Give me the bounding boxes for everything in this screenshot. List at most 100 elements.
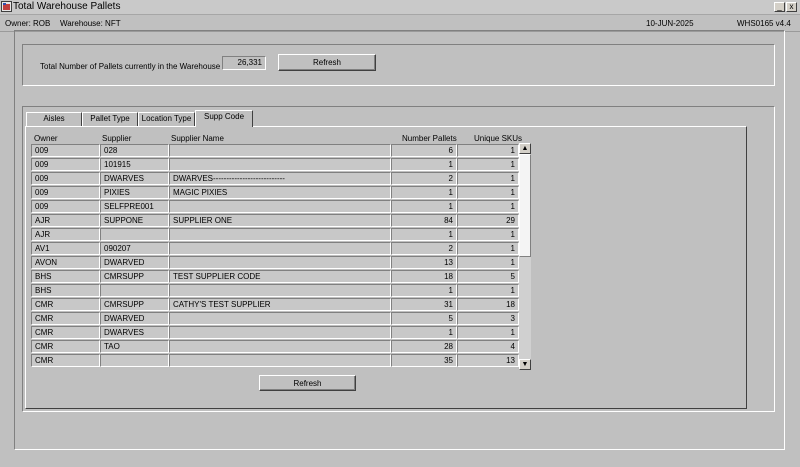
- cell-supplier-name[interactable]: [169, 158, 391, 171]
- cell-supplier[interactable]: [100, 284, 169, 297]
- cell-supplier[interactable]: 101915: [100, 158, 169, 171]
- cell-number-pallets[interactable]: 2: [391, 172, 457, 185]
- cell-number-pallets[interactable]: 5: [391, 312, 457, 325]
- cell-supplier-name[interactable]: [169, 144, 391, 157]
- cell-supplier[interactable]: SELFPRE001: [100, 200, 169, 213]
- tab-location-type[interactable]: Location Type: [138, 112, 195, 126]
- cell-owner[interactable]: AJR: [31, 214, 100, 227]
- cell-owner[interactable]: CMR: [31, 354, 100, 367]
- table-scrollbar[interactable]: ▲ ▼: [519, 143, 531, 370]
- cell-number-pallets[interactable]: 2: [391, 242, 457, 255]
- cell-number-pallets[interactable]: 1: [391, 158, 457, 171]
- cell-unique-skus[interactable]: 13: [457, 354, 519, 367]
- warehouse-label: Warehouse: NFT: [60, 19, 121, 28]
- tab-aisles[interactable]: Aisles: [26, 112, 82, 126]
- cell-supplier[interactable]: DWARVED: [100, 256, 169, 269]
- cell-supplier[interactable]: 090207: [100, 242, 169, 255]
- cell-owner[interactable]: 009: [31, 200, 100, 213]
- cell-supplier-name[interactable]: DWARVES---------------------------: [169, 172, 391, 185]
- table-refresh-button[interactable]: Refresh: [259, 375, 356, 391]
- cell-supplier[interactable]: [100, 354, 169, 367]
- cell-supplier-name[interactable]: [169, 340, 391, 353]
- cell-number-pallets[interactable]: 31: [391, 298, 457, 311]
- tab-pallet-type[interactable]: Pallet Type: [82, 112, 138, 126]
- date-label: 10-JUN-2025: [646, 19, 694, 28]
- cell-supplier-name[interactable]: SUPPLIER ONE: [169, 214, 391, 227]
- header-unique-skus: Unique SKUs: [474, 134, 523, 143]
- cell-owner[interactable]: 009: [31, 186, 100, 199]
- cell-number-pallets[interactable]: 13: [391, 256, 457, 269]
- cell-supplier[interactable]: DWARVES: [100, 172, 169, 185]
- cell-unique-skus[interactable]: 1: [457, 200, 519, 213]
- header-supplier-name: Supplier Name: [171, 134, 224, 143]
- cell-owner[interactable]: BHS: [31, 270, 100, 283]
- cell-unique-skus[interactable]: 18: [457, 298, 519, 311]
- cell-unique-skus[interactable]: 1: [457, 144, 519, 157]
- scroll-down-arrow-icon[interactable]: ▼: [519, 359, 531, 370]
- cell-supplier[interactable]: PIXIES: [100, 186, 169, 199]
- summary-refresh-button[interactable]: Refresh: [278, 54, 376, 71]
- cell-supplier-name[interactable]: MAGIC PIXIES: [169, 186, 391, 199]
- cell-unique-skus[interactable]: 5: [457, 270, 519, 283]
- cell-supplier-name[interactable]: [169, 256, 391, 269]
- cell-owner[interactable]: 009: [31, 144, 100, 157]
- cell-supplier-name[interactable]: [169, 242, 391, 255]
- cell-owner[interactable]: 009: [31, 158, 100, 171]
- total-pallets-label: Total Number of Pallets currently in the…: [40, 62, 221, 71]
- close-button[interactable]: x: [786, 2, 797, 12]
- cell-supplier-name[interactable]: [169, 354, 391, 367]
- cell-number-pallets[interactable]: 84: [391, 214, 457, 227]
- cell-supplier-name[interactable]: [169, 200, 391, 213]
- cell-supplier-name[interactable]: [169, 284, 391, 297]
- cell-owner[interactable]: AJR: [31, 228, 100, 241]
- cell-supplier[interactable]: CMRSUPP: [100, 298, 169, 311]
- cell-unique-skus[interactable]: 1: [457, 326, 519, 339]
- cell-owner[interactable]: CMR: [31, 340, 100, 353]
- cell-owner[interactable]: BHS: [31, 284, 100, 297]
- cell-owner[interactable]: AVON: [31, 256, 100, 269]
- cell-supplier-name[interactable]: [169, 326, 391, 339]
- window-title: Total Warehouse Pallets: [13, 1, 121, 12]
- scroll-thumb[interactable]: [519, 154, 531, 257]
- cell-supplier[interactable]: [100, 228, 169, 241]
- cell-supplier-name[interactable]: [169, 312, 391, 325]
- scroll-up-arrow-icon[interactable]: ▲: [519, 143, 531, 154]
- cell-owner[interactable]: CMR: [31, 312, 100, 325]
- cell-unique-skus[interactable]: 4: [457, 340, 519, 353]
- cell-unique-skus[interactable]: 3: [457, 312, 519, 325]
- tab-supp-code[interactable]: Supp Code: [195, 110, 253, 127]
- cell-owner[interactable]: AV1: [31, 242, 100, 255]
- cell-unique-skus[interactable]: 1: [457, 256, 519, 269]
- cell-number-pallets[interactable]: 18: [391, 270, 457, 283]
- cell-supplier-name[interactable]: [169, 228, 391, 241]
- cell-supplier[interactable]: CMRSUPP: [100, 270, 169, 283]
- header-owner: Owner: [34, 134, 58, 143]
- cell-supplier[interactable]: DWARVES: [100, 326, 169, 339]
- cell-owner[interactable]: CMR: [31, 326, 100, 339]
- cell-supplier-name[interactable]: TEST SUPPLIER CODE: [169, 270, 391, 283]
- cell-number-pallets[interactable]: 1: [391, 326, 457, 339]
- cell-number-pallets[interactable]: 1: [391, 228, 457, 241]
- cell-number-pallets[interactable]: 1: [391, 284, 457, 297]
- cell-unique-skus[interactable]: 1: [457, 158, 519, 171]
- cell-supplier[interactable]: TAO: [100, 340, 169, 353]
- cell-owner[interactable]: 009: [31, 172, 100, 185]
- cell-number-pallets[interactable]: 1: [391, 200, 457, 213]
- cell-number-pallets[interactable]: 6: [391, 144, 457, 157]
- cell-unique-skus[interactable]: 1: [457, 186, 519, 199]
- cell-supplier[interactable]: 028: [100, 144, 169, 157]
- cell-unique-skus[interactable]: 29: [457, 214, 519, 227]
- cell-unique-skus[interactable]: 1: [457, 284, 519, 297]
- cell-supplier[interactable]: DWARVED: [100, 312, 169, 325]
- minimize-button[interactable]: _: [774, 2, 785, 12]
- cell-number-pallets[interactable]: 35: [391, 354, 457, 367]
- cell-unique-skus[interactable]: 1: [457, 172, 519, 185]
- cell-supplier-name[interactable]: CATHY'S TEST SUPPLIER: [169, 298, 391, 311]
- total-pallets-field: 26,331: [222, 56, 266, 70]
- cell-unique-skus[interactable]: 1: [457, 228, 519, 241]
- cell-unique-skus[interactable]: 1: [457, 242, 519, 255]
- cell-supplier[interactable]: SUPPONE: [100, 214, 169, 227]
- cell-owner[interactable]: CMR: [31, 298, 100, 311]
- cell-number-pallets[interactable]: 1: [391, 186, 457, 199]
- cell-number-pallets[interactable]: 28: [391, 340, 457, 353]
